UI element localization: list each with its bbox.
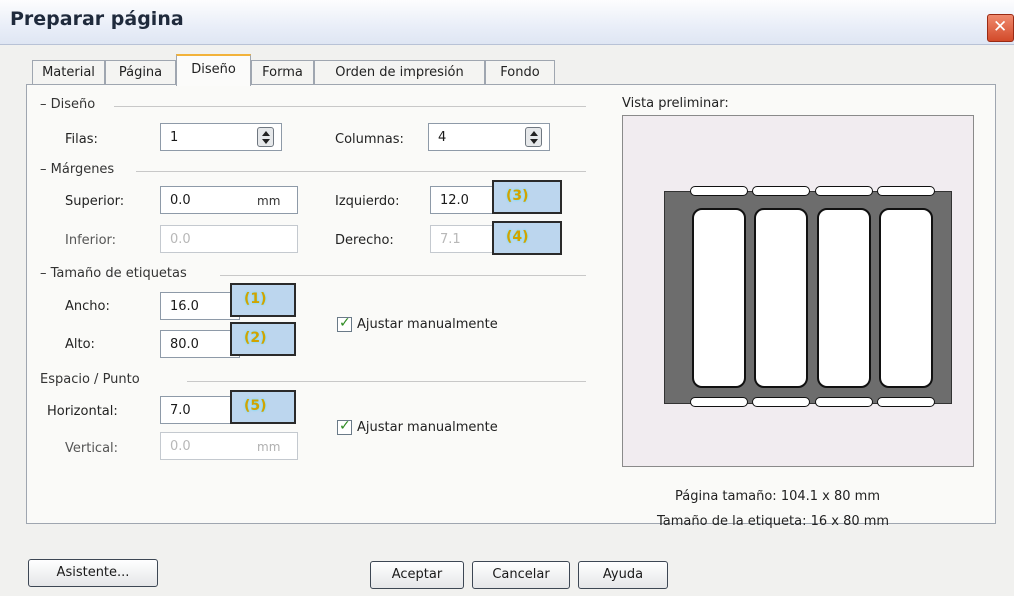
asistente-button[interactable]: Asistente... <box>28 559 158 587</box>
close-icon: ✕ <box>993 17 1008 37</box>
filas-spinner-icon[interactable] <box>257 127 274 147</box>
alto-value: 80.0 <box>170 337 199 352</box>
page-setup-dialog: Preparar página ✕ Material Página Diseño… <box>0 0 1014 596</box>
checkmark-icon: ✓ <box>339 418 351 434</box>
tab-fondo[interactable]: Fondo <box>485 60 555 85</box>
vertical-value: 0.0 <box>170 439 191 454</box>
tab-forma[interactable]: Forma <box>251 60 314 85</box>
izquierdo-label: Izquierdo: <box>335 194 400 209</box>
superior-value: 0.0 <box>170 193 191 208</box>
horizontal-value: 7.0 <box>170 403 191 418</box>
title-bar: Preparar página ✕ <box>0 0 1014 45</box>
superior-input[interactable]: 0.0 mm <box>160 186 298 214</box>
derecho-label: Derecho: <box>335 233 394 248</box>
inferior-value: 0.0 <box>170 232 191 247</box>
label-preview <box>754 208 808 388</box>
section-divider <box>136 171 586 172</box>
callout-5: (5) <box>230 390 296 424</box>
label-edge-top <box>815 186 873 196</box>
label-preview <box>817 208 871 388</box>
ajustar-manualmente-checkbox-1[interactable]: ✓ <box>337 315 352 332</box>
callout-1: (1) <box>230 283 296 317</box>
izquierdo-value: 12.0 <box>440 193 469 208</box>
aceptar-button[interactable]: Aceptar <box>370 561 464 589</box>
columnas-spinner-icon[interactable] <box>525 127 542 147</box>
label-edge-bottom <box>752 397 810 407</box>
tab-material[interactable]: Material <box>32 60 105 85</box>
section-divider <box>220 275 586 276</box>
inferior-label: Inferior: <box>65 233 117 248</box>
label-edge-top <box>752 186 810 196</box>
alto-input[interactable]: 80.0 <box>160 330 240 358</box>
callout-4: (4) <box>492 221 562 255</box>
ajustar-manualmente-label-2[interactable]: Ajustar manualmente <box>357 420 498 435</box>
columnas-value: 4 <box>438 130 447 145</box>
ancho-input[interactable]: 16.0 <box>160 292 240 320</box>
label-edge-bottom <box>815 397 873 407</box>
filas-value: 1 <box>170 130 179 145</box>
ancho-label: Ancho: <box>65 299 110 314</box>
section-heading-tamano: – Tamaño de etiquetas <box>40 266 187 281</box>
label-edge-top <box>877 186 935 196</box>
label-sheet-preview <box>664 186 952 407</box>
preview-area <box>622 115 974 467</box>
callout-3: (3) <box>492 180 562 214</box>
vertical-label: Vertical: <box>65 441 119 456</box>
vertical-input: 0.0 mm <box>160 432 298 460</box>
checkmark-icon: ✓ <box>339 315 351 331</box>
label-size-text: Tamaño de la etiqueta: 16 x 80 mm <box>657 514 890 529</box>
label-edge-bottom <box>877 397 935 407</box>
label-edge-bottom <box>690 397 748 407</box>
ajustar-manualmente-label-1[interactable]: Ajustar manualmente <box>357 317 498 332</box>
superior-label: Superior: <box>65 194 125 209</box>
ancho-value: 16.0 <box>170 299 199 314</box>
label-edge-top <box>690 186 748 196</box>
cancelar-button[interactable]: Cancelar <box>472 561 570 589</box>
section-divider <box>187 381 586 382</box>
section-heading-espacio: Espacio / Punto <box>40 372 140 387</box>
label-preview <box>692 208 746 388</box>
vertical-unit: mm <box>257 440 281 454</box>
page-size-text: Página tamaño: 104.1 x 80 mm <box>675 489 880 504</box>
superior-unit: mm <box>257 194 281 208</box>
horizontal-label: Horizontal: <box>47 404 118 419</box>
tab-diseno[interactable]: Diseño <box>176 54 251 86</box>
label-preview <box>879 208 933 388</box>
derecho-value: 7.1 <box>440 232 461 247</box>
section-heading-margenes: – Márgenes <box>40 162 115 177</box>
ajustar-manualmente-checkbox-2[interactable]: ✓ <box>337 418 352 435</box>
filas-input[interactable]: 1 <box>160 123 282 151</box>
callout-2: (2) <box>230 322 296 356</box>
horizontal-input[interactable]: 7.0 <box>160 396 240 424</box>
preview-heading: Vista preliminar: <box>622 96 729 111</box>
tab-pagina[interactable]: Página <box>105 60 176 85</box>
close-button[interactable]: ✕ <box>987 14 1014 42</box>
tab-orden-impresion[interactable]: Orden de impresión <box>314 60 485 85</box>
columnas-label: Columnas: <box>335 132 404 147</box>
dialog-title: Preparar página <box>10 8 184 30</box>
section-divider <box>114 106 586 107</box>
section-heading-diseno: – Diseño <box>40 97 96 112</box>
columnas-input[interactable]: 4 <box>428 123 550 151</box>
ayuda-button[interactable]: Ayuda <box>578 561 668 589</box>
filas-label: Filas: <box>65 132 98 147</box>
alto-label: Alto: <box>65 337 95 352</box>
inferior-input: 0.0 <box>160 225 298 253</box>
